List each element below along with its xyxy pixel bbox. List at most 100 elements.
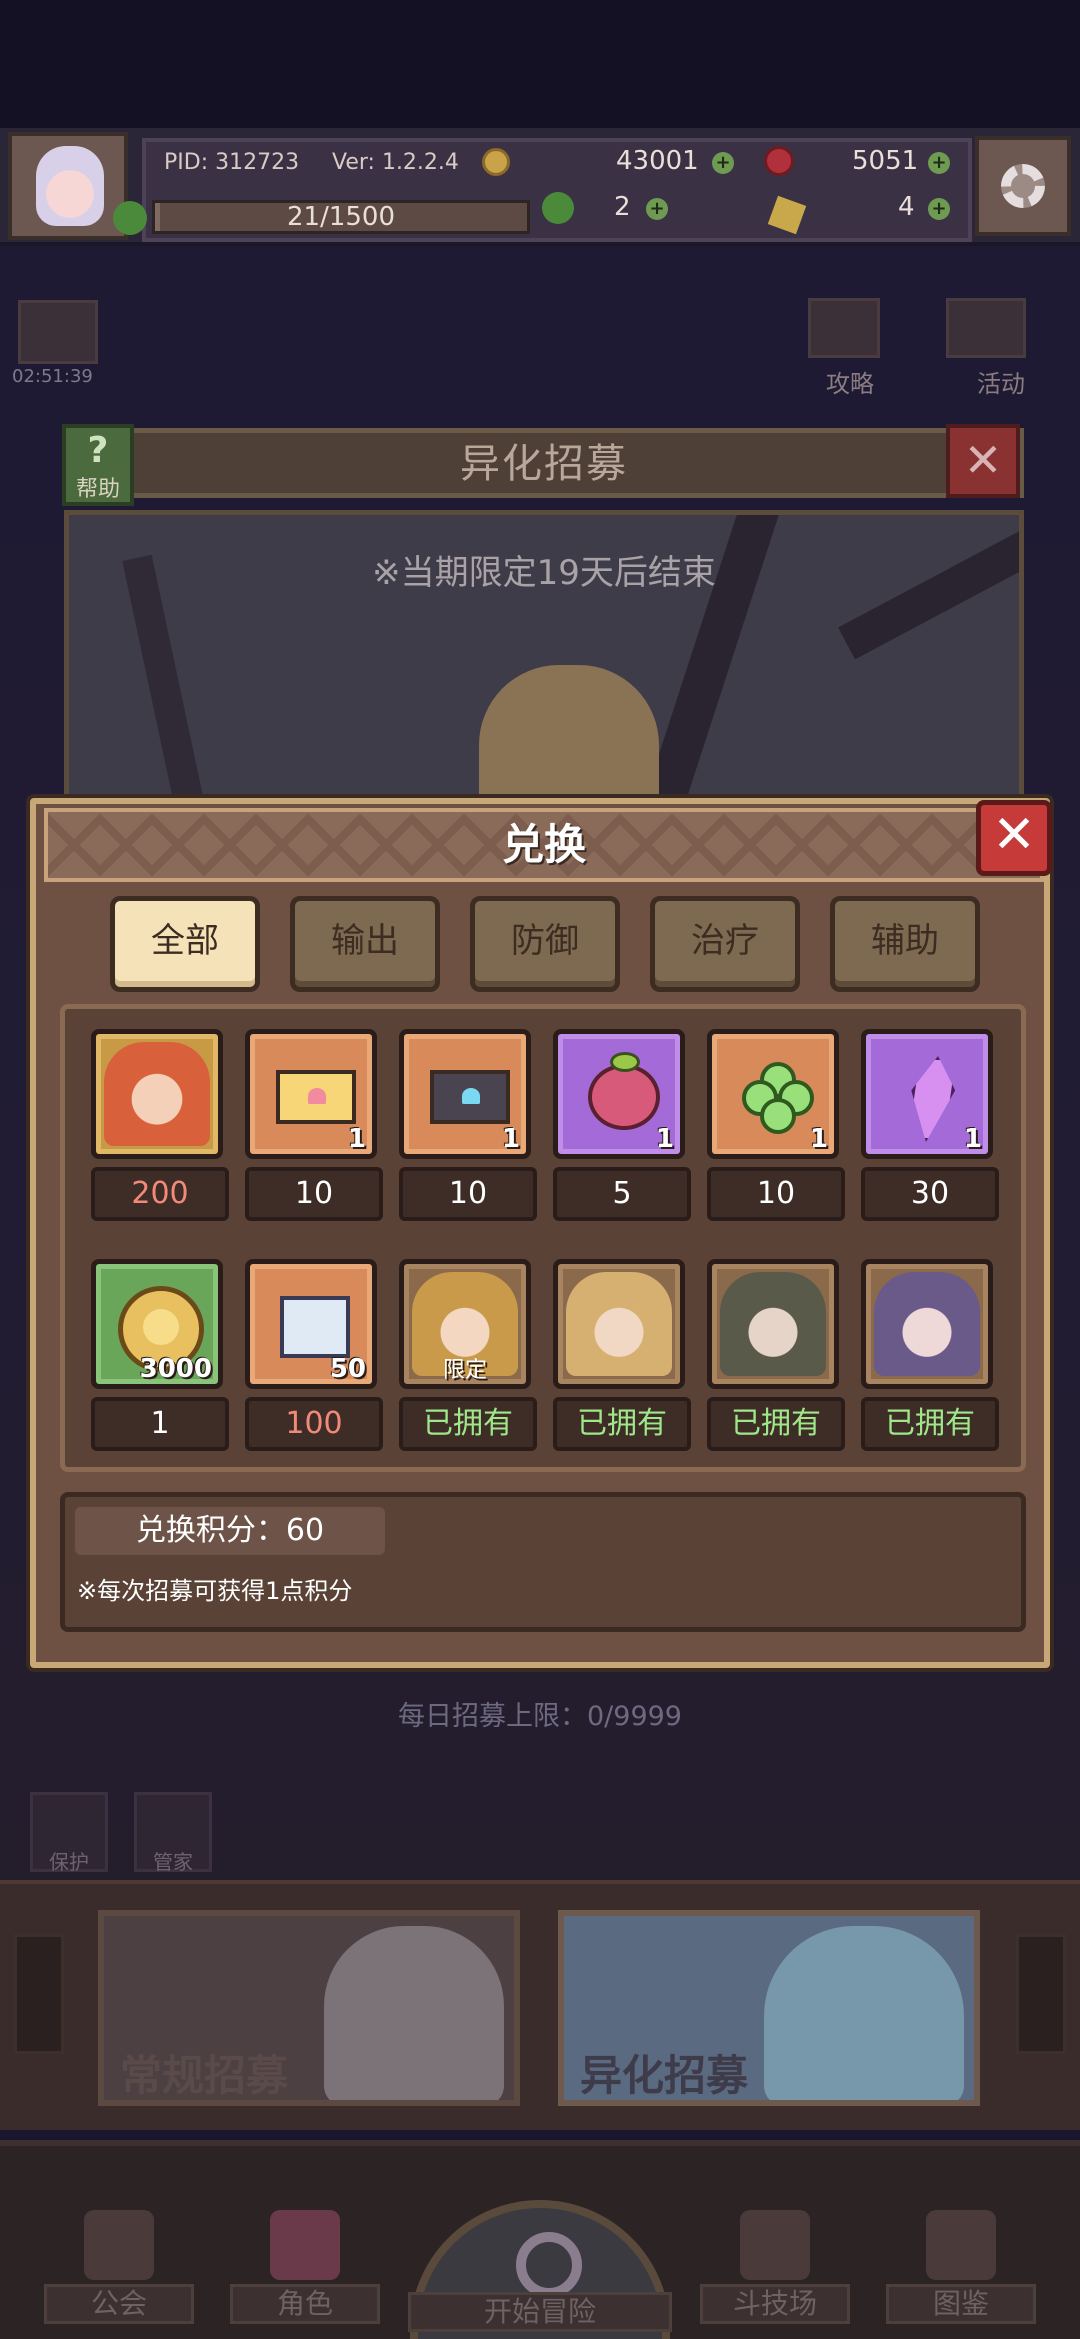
hero-portrait-icon [104, 1042, 210, 1146]
exchange-dialog: 兑换 ✕ 全部 输出 防御 治疗 辅助 200 1 10 1 10 1 5 1 … [30, 798, 1052, 1668]
banner-hero-art [764, 1926, 964, 2100]
tab-defense[interactable]: 防御 [470, 896, 620, 992]
item-slot [861, 1259, 993, 1389]
exchange-points-panel: 兑换积分：60 ※每次招募可获得1点积分 [60, 1492, 1026, 1632]
butler-label: 管家 [153, 1850, 193, 1874]
item-price: 1 [91, 1397, 229, 1451]
event-timer: 02:51:39 [12, 366, 93, 387]
item-quantity: 50 [329, 1354, 366, 1384]
exchange-item[interactable]: 已拥有 [707, 1259, 845, 1451]
exchange-item[interactable]: 已拥有 [861, 1259, 999, 1451]
dark-letter-icon [430, 1070, 510, 1124]
player-avatar[interactable] [8, 132, 128, 240]
special-recruit-banner[interactable]: 异化招募 [558, 1910, 980, 2106]
settings-button[interactable] [975, 136, 1071, 236]
item-slot [91, 1029, 223, 1159]
start-adventure-label: 开始冒险 [408, 2292, 672, 2332]
event-icon[interactable] [946, 298, 1026, 358]
nav-arena[interactable]: 斗技场 [700, 2200, 850, 2324]
normal-recruit-banner[interactable]: 常规招募 [98, 1910, 520, 2106]
guild-icon [84, 2210, 154, 2280]
gold-amount: 43001 [616, 146, 699, 176]
tab-healing-label: 治疗 [691, 921, 759, 961]
exchange-item[interactable]: 1 10 [707, 1029, 845, 1221]
clover-icon [742, 1062, 814, 1134]
codex-icon [926, 2210, 996, 2280]
tab-support-label: 辅助 [871, 921, 939, 961]
item-price: 5 [553, 1167, 691, 1221]
item-slot: 3000 [91, 1259, 223, 1389]
item-slot: 1 [245, 1029, 377, 1159]
add-clover-icon[interactable]: + [646, 198, 668, 220]
item-price: 100 [245, 1397, 383, 1451]
player-id: PID: 312723 [164, 150, 300, 175]
leaf-icon [610, 1052, 640, 1072]
exchange-item[interactable]: 1 30 [861, 1029, 999, 1221]
tab-all[interactable]: 全部 [110, 896, 260, 992]
nav-guild[interactable]: 公会 [44, 2200, 194, 2324]
exchange-close-button[interactable]: ✕ [976, 800, 1052, 876]
tab-healing[interactable]: 治疗 [650, 896, 800, 992]
exchange-item[interactable]: 已拥有 [553, 1259, 691, 1451]
nav-character[interactable]: 角色 [230, 2200, 380, 2324]
exchange-item[interactable]: 1 5 [553, 1029, 691, 1221]
add-gold-icon[interactable]: + [712, 152, 734, 174]
item-slot: 1 [707, 1029, 839, 1159]
owned-status: 已拥有 [861, 1397, 999, 1451]
next-banner-tab[interactable] [1016, 1934, 1066, 2054]
tab-support[interactable]: 辅助 [830, 896, 980, 992]
protect-label: 保护 [49, 1850, 89, 1874]
exchange-item[interactable]: 限定 已拥有 [399, 1259, 537, 1451]
featured-hero-art [479, 665, 659, 805]
owned-status: 已拥有 [399, 1397, 537, 1451]
nav-codex[interactable]: 图鉴 [886, 2200, 1036, 2324]
limited-tag: 限定 [442, 1358, 487, 1383]
tab-all-label: 全部 [151, 921, 219, 961]
recruit-title: 异化招募 [460, 441, 628, 487]
avatar-face [36, 146, 104, 226]
add-gem-icon[interactable]: + [928, 152, 950, 174]
limited-time-notice: ※当期限定19天后结束 [372, 553, 716, 593]
exchange-item[interactable]: 1 10 [245, 1029, 383, 1221]
nav-guild-label: 公会 [44, 2284, 194, 2324]
tab-output[interactable]: 输出 [290, 896, 440, 992]
help-button[interactable]: ? 帮助 [62, 424, 134, 506]
prev-banner-tab[interactable] [14, 1934, 64, 2054]
exchange-title-bar: 兑换 [44, 808, 1044, 882]
item-price: 10 [707, 1167, 845, 1221]
crystal-icon [904, 1056, 960, 1142]
item-slot: 50 [245, 1259, 377, 1389]
exchange-item[interactable]: 50 100 [245, 1259, 383, 1451]
crossed-swords-icon [740, 2210, 810, 2280]
exchange-item[interactable]: 3000 1 [91, 1259, 229, 1451]
exchange-item[interactable]: 200 [91, 1029, 229, 1221]
puzzle-piece-icon [280, 1296, 350, 1358]
gear-icon [1001, 164, 1045, 208]
item-slot [553, 1259, 685, 1389]
exchange-item[interactable]: 1 10 [399, 1029, 537, 1221]
item-price: 30 [861, 1167, 999, 1221]
item-slot: 1 [399, 1029, 531, 1159]
add-key-icon[interactable]: + [928, 198, 950, 220]
item-slot: 1 [861, 1029, 993, 1159]
tab-output-label: 输出 [331, 921, 399, 961]
recruit-close-button[interactable]: ✕ [946, 424, 1020, 498]
exchange-title: 兑换 [501, 820, 586, 869]
top-black-area [0, 0, 1080, 128]
coin-emblem [143, 1309, 179, 1345]
hero-portrait-icon [720, 1272, 826, 1376]
gem-amount: 5051 [852, 146, 919, 176]
item-quantity: 1 [347, 1124, 366, 1154]
guide-icon[interactable] [808, 298, 880, 358]
clover-small-icon [542, 192, 574, 224]
gem-icon [764, 146, 794, 176]
item-slot: 1 [553, 1029, 685, 1159]
recruit-title-bar: 异化招募 [64, 428, 1024, 498]
item-quantity: 1 [655, 1124, 674, 1154]
gift-icon[interactable] [18, 300, 98, 364]
item-quantity: 3000 [139, 1354, 212, 1384]
item-quantity: 1 [963, 1124, 982, 1154]
item-slot [707, 1259, 839, 1389]
points-note: ※每次招募可获得1点积分 [77, 1577, 353, 1605]
owned-status: 已拥有 [707, 1397, 845, 1451]
